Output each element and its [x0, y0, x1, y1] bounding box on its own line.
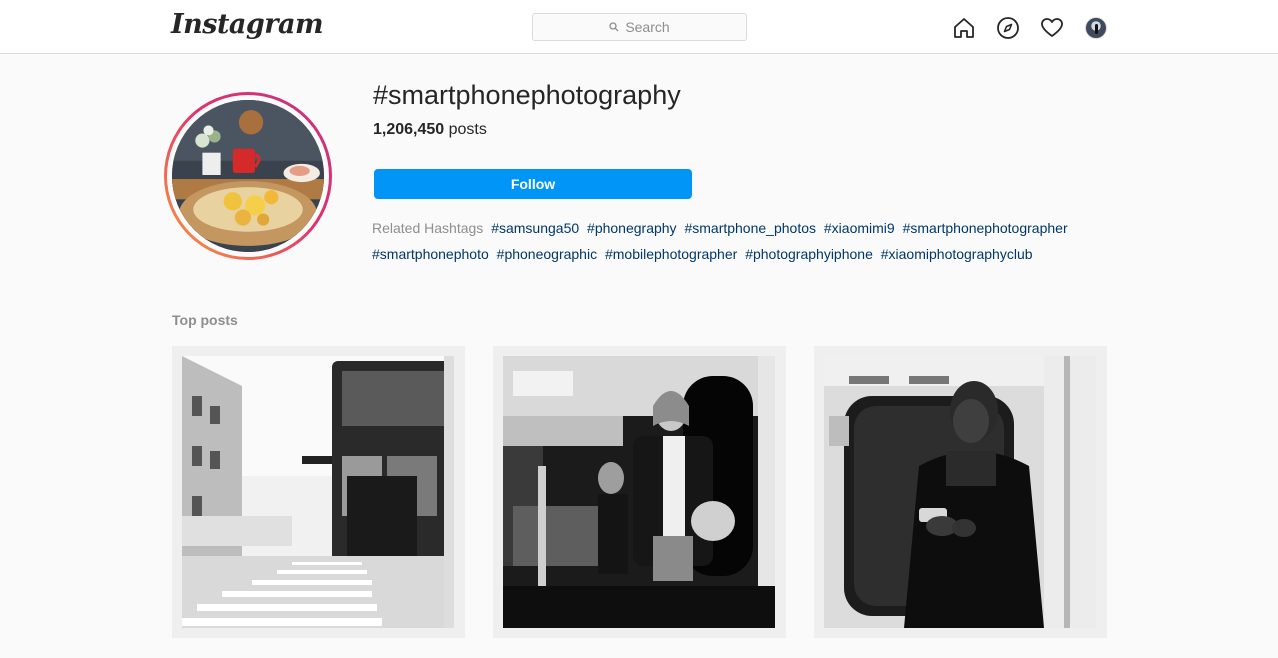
related-hashtag-link[interactable]: #photographyiphone: [745, 246, 873, 262]
post-count: 1,206,450 posts: [373, 121, 487, 139]
related-hashtag-link[interactable]: #smartphone_photos: [684, 220, 816, 236]
post-tile[interactable]: [814, 346, 1107, 638]
home-icon[interactable]: [951, 15, 977, 41]
profile-avatar[interactable]: [1083, 15, 1109, 41]
related-hashtag-link[interactable]: #phonegraphy: [587, 220, 677, 236]
post-image: [824, 356, 1096, 628]
related-hashtag-link[interactable]: #samsunga50: [491, 220, 579, 236]
search-placeholder: Search: [625, 19, 670, 35]
post-count-label: posts: [444, 121, 487, 138]
post-tile[interactable]: [493, 346, 786, 638]
follow-button[interactable]: Follow: [374, 169, 692, 199]
post-image: [182, 356, 454, 628]
top-nav: Instagram Search: [0, 0, 1278, 54]
top-posts-label: Top posts: [172, 312, 238, 328]
related-hashtag-link[interactable]: #smartphonephotographer: [903, 220, 1068, 236]
avatar: [1085, 17, 1107, 39]
nav-icons: [951, 15, 1109, 41]
related-hashtag-link[interactable]: #phoneographic: [497, 246, 597, 262]
search-icon: [609, 22, 619, 32]
related-hashtags: Related Hashtags #samsunga50 #phonegraph…: [372, 215, 1112, 267]
hashtag-title: #smartphonephotography: [373, 80, 681, 110]
related-hashtag-link[interactable]: #xiaomimi9: [824, 220, 895, 236]
post-image: [503, 356, 775, 628]
post-tile[interactable]: [172, 346, 465, 638]
hashtag-image-ring: [164, 92, 332, 260]
related-hashtags-label: Related Hashtags: [372, 220, 484, 236]
related-hashtag-link[interactable]: #xiaomiphotographyclub: [881, 246, 1033, 262]
search-input[interactable]: Search: [532, 13, 747, 41]
related-hashtag-link[interactable]: #mobilephotographer: [605, 246, 737, 262]
activity-heart-icon[interactable]: [1039, 15, 1065, 41]
explore-icon[interactable]: [995, 15, 1021, 41]
instagram-logo[interactable]: Instagram: [171, 9, 324, 40]
related-hashtag-link[interactable]: #smartphonephoto: [372, 246, 489, 262]
post-count-value: 1,206,450: [373, 121, 445, 138]
hashtag-image: [172, 100, 324, 252]
